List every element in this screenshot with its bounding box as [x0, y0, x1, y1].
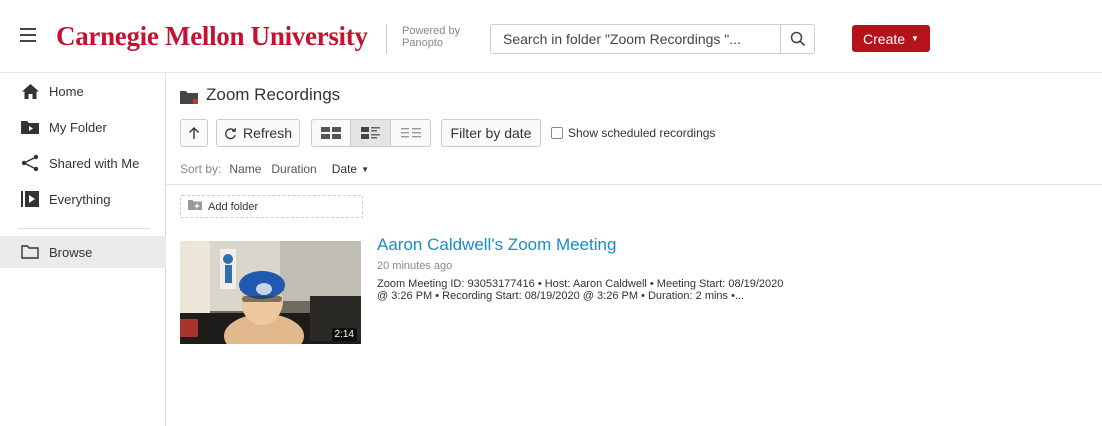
header-divider	[386, 24, 387, 54]
search-button[interactable]	[780, 25, 814, 53]
refresh-icon	[225, 127, 236, 139]
hamburger-menu-icon[interactable]	[20, 28, 36, 44]
session-description-line: @ 3:26 PM • Recording Start: 08/19/2020 …	[377, 290, 745, 302]
detail-view-button[interactable]	[351, 119, 391, 147]
sidebar-item-home[interactable]: Home	[0, 75, 166, 107]
panopto-text: Panopto	[402, 37, 443, 49]
filter-by-date-button[interactable]: Filter by date	[441, 119, 541, 147]
session-thumbnail[interactable]: 2:14	[180, 241, 361, 344]
list-view-button[interactable]	[391, 119, 431, 147]
main-content: Zoom Recordings Refresh Filter by date S…	[166, 73, 1102, 426]
create-label: Create	[863, 30, 906, 47]
session-timestamp: 20 minutes ago	[377, 260, 453, 272]
sidebar-item-label: Browse	[49, 244, 93, 260]
sort-divider	[166, 184, 1102, 185]
search-box	[490, 24, 815, 54]
list-view-icon	[400, 128, 421, 138]
sort-label: Sort by:	[180, 162, 222, 176]
parent-folder-button[interactable]	[180, 119, 208, 147]
sidebar: Home My Folder Shared with Me Everything…	[0, 73, 166, 426]
folder-icon	[180, 89, 198, 104]
add-folder-label: Add folder	[208, 200, 259, 213]
add-folder-button[interactable]: Add folder	[180, 195, 363, 218]
session-description-line: Zoom Meeting ID: 93053177416 • Host: Aar…	[377, 278, 784, 290]
sidebar-item-everything[interactable]: Everything	[0, 183, 166, 215]
detail-view-icon	[360, 127, 380, 139]
sidebar-item-label: Everything	[49, 191, 111, 207]
filter-label: Filter by date	[450, 125, 532, 141]
university-logo[interactable]: Carnegie Mellon University	[56, 21, 368, 52]
arrow-up-icon	[189, 127, 199, 139]
sidebar-divider	[18, 228, 150, 229]
sort-by-date[interactable]: Date ▼	[332, 162, 369, 176]
sort-date-label: Date	[331, 162, 358, 176]
sidebar-item-label: Shared with Me	[49, 155, 140, 171]
powered-by-text: Powered by	[402, 25, 461, 37]
sidebar-item-label: My Folder	[49, 119, 107, 135]
sidebar-item-label: Home	[49, 83, 84, 99]
tile-view-button[interactable]	[311, 119, 351, 147]
top-header: Carnegie Mellon University Powered by Pa…	[0, 0, 1102, 75]
page-title: Zoom Recordings	[206, 85, 341, 104]
create-button[interactable]: Create ▼	[852, 25, 930, 52]
sidebar-item-browse[interactable]: Browse	[0, 236, 166, 268]
view-toggle-group	[311, 119, 431, 147]
share-icon	[20, 154, 40, 172]
sidebar-item-shared-with-me[interactable]: Shared with Me	[0, 147, 166, 179]
add-folder-icon	[188, 200, 202, 213]
folder-header: Zoom Recordings	[180, 85, 340, 105]
duration-badge: 2:14	[331, 328, 357, 341]
refresh-label: Refresh	[242, 125, 293, 141]
session-description: Zoom Meeting ID: 93053177416 • Host: Aar…	[377, 278, 857, 302]
sidebar-item-my-folder[interactable]: My Folder	[0, 111, 166, 143]
folder-video-icon	[20, 118, 40, 136]
show-scheduled-checkbox[interactable]	[551, 127, 563, 139]
caret-down-icon: ▼	[911, 34, 919, 43]
play-box-icon	[20, 190, 40, 208]
show-scheduled-label[interactable]: Show scheduled recordings	[568, 126, 715, 140]
session-title-link[interactable]: Aaron Caldwell's Zoom Meeting	[377, 235, 616, 255]
sort-by-duration[interactable]: Duration	[271, 162, 316, 176]
grid-view-icon	[321, 127, 341, 139]
search-icon	[790, 31, 805, 47]
sort-by-name[interactable]: Name	[229, 162, 261, 176]
caret-down-icon: ▼	[361, 164, 370, 174]
search-input[interactable]	[491, 25, 781, 53]
sort-bar: Sort by: Name Duration Date ▼	[180, 162, 369, 176]
folder-outline-icon	[20, 243, 40, 261]
refresh-button[interactable]: Refresh	[216, 119, 300, 147]
powered-by-panopto: Powered by Panopto	[402, 25, 460, 49]
toolbar: Refresh Filter by date Show scheduled re…	[180, 119, 715, 147]
home-icon	[20, 82, 40, 100]
